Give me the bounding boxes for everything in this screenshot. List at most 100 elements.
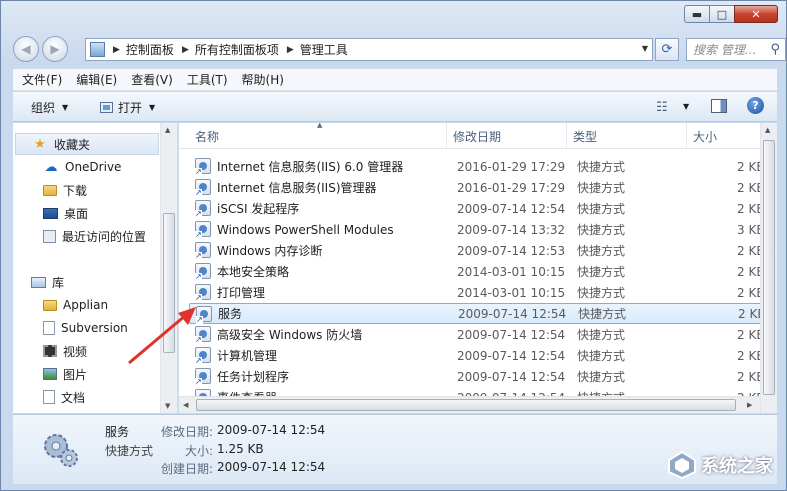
refresh-button[interactable]: ⟳ bbox=[655, 38, 679, 61]
file-name: 本地安全策略 bbox=[217, 265, 290, 279]
nav-label: 下载 bbox=[63, 183, 88, 198]
nav-downloads[interactable]: 下载 bbox=[13, 179, 159, 201]
breadcrumb-all-items[interactable]: 所有控制面板项 bbox=[195, 41, 279, 58]
nav-pictures[interactable]: 图片 bbox=[13, 363, 159, 385]
file-name: 打印管理 bbox=[217, 286, 266, 300]
menu-file[interactable]: 文件(F) bbox=[22, 71, 62, 88]
file-date: 2009-07-14 12:54 bbox=[458, 306, 567, 321]
nav-scrollbar[interactable]: ▲ ▼ bbox=[160, 123, 177, 413]
column-type[interactable]: 类型 bbox=[567, 123, 687, 149]
picture-icon bbox=[43, 368, 57, 380]
document-icon bbox=[43, 321, 55, 335]
shortcut-icon bbox=[195, 368, 211, 386]
file-name: Internet 信息服务(IIS)管理器 bbox=[217, 181, 377, 195]
help-icon[interactable]: ? bbox=[747, 97, 764, 114]
nav-documents[interactable]: 文档 bbox=[13, 386, 159, 408]
file-row[interactable]: Internet 信息服务(IIS)管理器 2016-01-29 17:29 快捷方… bbox=[189, 177, 777, 198]
nav-favorites[interactable]: ★ 收藏夹 bbox=[15, 133, 159, 155]
file-name: Internet 信息服务(IIS) 6.0 管理器 bbox=[217, 160, 404, 174]
file-row[interactable]: 计算机管理2009-07-14 12:54快捷方式2 KB bbox=[189, 345, 777, 366]
details-pane: 服务 快捷方式 修改日期: 2009-07-14 12:54 大小: 1.25 … bbox=[13, 414, 777, 484]
file-row[interactable]: 高级安全 Windows 防火墙2009-07-14 12:54快捷方式2 KB bbox=[189, 324, 777, 345]
column-name[interactable]: 名称 bbox=[189, 123, 447, 149]
nav-onedrive[interactable]: ☁ OneDrive bbox=[13, 156, 159, 178]
search-icon[interactable]: ⚲ bbox=[770, 42, 780, 57]
scroll-right-icon[interactable]: ▶ bbox=[747, 401, 752, 409]
shortcut-icon bbox=[195, 179, 211, 197]
organize-button[interactable]: 组织 ▼ bbox=[31, 99, 68, 116]
file-row[interactable]: Windows PowerShell Modules 2009-07-14 13:… bbox=[189, 219, 777, 240]
shortcut-icon bbox=[195, 200, 211, 218]
minimize-button[interactable]: ▬ bbox=[684, 5, 710, 23]
menu-edit[interactable]: 编辑(E) bbox=[76, 71, 117, 88]
column-date[interactable]: 修改日期 bbox=[447, 123, 567, 149]
file-type: 快捷方式 bbox=[577, 265, 626, 279]
breadcrumb-admin-tools[interactable]: 管理工具 bbox=[300, 41, 348, 58]
organize-label: 组织 bbox=[31, 101, 56, 115]
scrollbar-thumb[interactable] bbox=[763, 140, 775, 395]
scroll-left-icon[interactable]: ◀ bbox=[183, 401, 188, 409]
details-created-label: 创建日期: bbox=[160, 462, 213, 476]
dropdown-arrow-icon: ▼ bbox=[62, 103, 69, 112]
menu-view[interactable]: 查看(V) bbox=[131, 71, 173, 88]
menu-help[interactable]: 帮助(H) bbox=[242, 71, 284, 88]
file-row[interactable]: 本地安全策略2014-03-01 10:15快捷方式2 KB bbox=[189, 261, 777, 282]
nav-label: 视频 bbox=[63, 344, 88, 359]
maximize-button[interactable]: □ bbox=[709, 5, 735, 23]
scroll-up-icon[interactable]: ▲ bbox=[165, 126, 170, 134]
breadcrumb-control-panel[interactable]: 控制面板 bbox=[126, 41, 174, 58]
scroll-down-icon[interactable]: ▼ bbox=[165, 402, 170, 410]
shortcut-icon bbox=[195, 158, 211, 176]
preview-pane-icon[interactable] bbox=[711, 99, 727, 113]
search-input[interactable]: 搜索 管理... ⚲ bbox=[686, 38, 786, 61]
scrollbar-thumb[interactable] bbox=[196, 399, 736, 411]
nav-label: Applian bbox=[63, 298, 109, 312]
breadcrumb-separator[interactable]: ▶ bbox=[182, 45, 189, 55]
column-header: ▲ 名称 修改日期 类型 大小 bbox=[179, 123, 777, 149]
forward-button[interactable]: ▶ bbox=[42, 36, 68, 62]
back-button[interactable]: ◀ bbox=[13, 36, 39, 62]
file-date: 2009-07-14 12:54 bbox=[457, 201, 566, 216]
file-date: 2009-07-14 12:54 bbox=[457, 369, 566, 384]
file-date: 2009-07-14 12:54 bbox=[457, 327, 566, 342]
file-row[interactable]: 打印管理2014-03-01 10:15快捷方式2 KB bbox=[189, 282, 777, 303]
shortcut-icon bbox=[195, 221, 211, 239]
nav-desktop[interactable]: 桌面 bbox=[13, 202, 159, 224]
file-type: 快捷方式 bbox=[577, 286, 626, 300]
file-list: ▲ 名称 修改日期 类型 大小 Internet 信息服务(IIS) 6.0 管… bbox=[179, 123, 777, 413]
desktop-icon bbox=[43, 207, 58, 219]
menu-tools[interactable]: 工具(T) bbox=[187, 71, 228, 88]
address-dropdown-icon[interactable]: ▼ bbox=[642, 44, 648, 53]
details-created-value: 2009-07-14 12:54 bbox=[217, 460, 326, 474]
file-row[interactable]: 任务计划程序2009-07-14 12:54快捷方式2 KB bbox=[189, 366, 777, 387]
shortcut-icon bbox=[195, 242, 211, 260]
shortcut-icon bbox=[195, 263, 211, 281]
file-date: 2014-03-01 10:15 bbox=[457, 285, 566, 300]
list-horizontal-scrollbar[interactable]: ◀ ▶ bbox=[179, 396, 760, 413]
view-dropdown-icon[interactable]: ▼ bbox=[683, 102, 689, 111]
explorer-window: ▬ □ ✕ ◀ ▶ ▶ 控制面板 ▶ 所有控制面板项 ▶ 管理工具 ▼ ⟳ 搜索… bbox=[0, 0, 787, 491]
address-row: ◀ ▶ ▶ 控制面板 ▶ 所有控制面板项 ▶ 管理工具 ▼ ⟳ 搜索 管理...… bbox=[11, 35, 786, 63]
nav-library[interactable]: 库 bbox=[13, 271, 159, 293]
file-row[interactable]: 服务2009-07-14 12:54快捷方式2 KB bbox=[189, 303, 777, 324]
folder-icon bbox=[43, 184, 57, 196]
file-row[interactable]: Internet 信息服务(IIS) 6.0 管理器 2016-01-29 17:… bbox=[189, 156, 777, 177]
file-row[interactable]: iSCSI 发起程序2009-07-14 12:54快捷方式2 KB bbox=[189, 198, 777, 219]
address-bar[interactable]: ▶ 控制面板 ▶ 所有控制面板项 ▶ 管理工具 ▼ bbox=[85, 38, 653, 61]
annotation-arrow-icon bbox=[128, 307, 196, 365]
watermark-logo-icon bbox=[668, 450, 696, 480]
services-gear-icon bbox=[44, 434, 78, 467]
nav-label: 最近访问的位置 bbox=[62, 229, 147, 244]
breadcrumb-separator[interactable]: ▶ bbox=[113, 45, 120, 55]
nav-recent[interactable]: 最近访问的位置 bbox=[13, 225, 159, 247]
list-vertical-scrollbar[interactable]: ▲ bbox=[760, 123, 777, 413]
close-button[interactable]: ✕ bbox=[734, 5, 778, 23]
file-date: 2009-07-14 12:54 bbox=[457, 348, 566, 363]
breadcrumb-separator[interactable]: ▶ bbox=[287, 45, 294, 55]
scroll-up-icon[interactable]: ▲ bbox=[765, 126, 770, 134]
file-row[interactable]: Windows 内存诊断2009-07-14 12:53快捷方式2 KB bbox=[189, 240, 777, 261]
view-options-icon[interactable]: ☷ bbox=[656, 100, 668, 115]
cloud-icon: ☁ bbox=[44, 159, 58, 175]
command-bar: 组织 ▼ 打开 ▼ ☷ ▼ ? bbox=[13, 92, 777, 122]
open-button[interactable]: 打开 ▼ bbox=[100, 99, 155, 116]
